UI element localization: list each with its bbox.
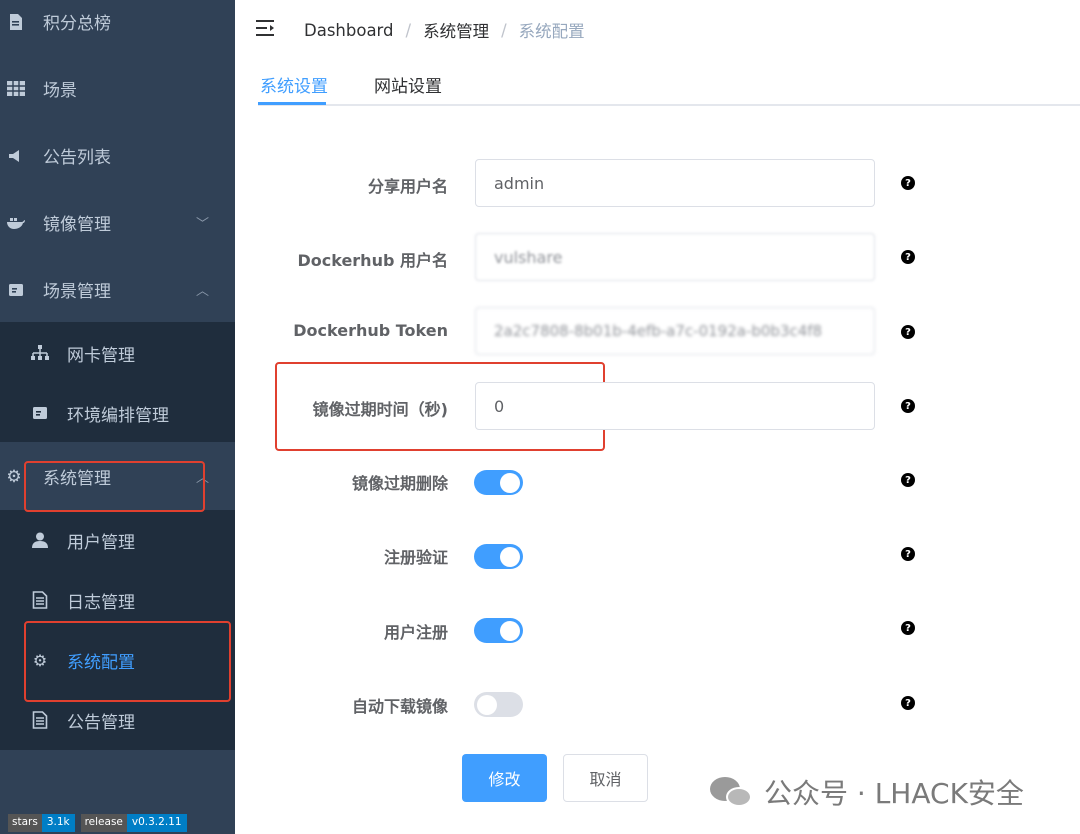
gear-icon: ⚙ xyxy=(32,650,48,670)
breadcrumb-separator: / xyxy=(501,20,507,40)
sidebar-item-label: 环境编排管理 xyxy=(67,405,169,426)
sidebar: 积分总榜 场景 公告列表 镜像管理 ﹀ 场景管理 ︿ 网卡管理 环境编排管理 ⚙… xyxy=(0,0,235,834)
megaphone-icon xyxy=(6,146,26,166)
network-icon xyxy=(30,343,50,363)
wechat-icon xyxy=(710,775,754,809)
card-icon xyxy=(6,280,26,300)
switch-knob xyxy=(477,694,497,715)
document-icon xyxy=(30,590,50,610)
auto-download-label: 自动下载镜像 xyxy=(351,697,448,716)
auto-download-switch[interactable] xyxy=(474,692,523,717)
table-icon xyxy=(6,79,26,99)
sidebar-item-label: 公告管理 xyxy=(67,712,135,733)
help-icon[interactable]: ? xyxy=(901,621,915,635)
help-icon[interactable]: ? xyxy=(901,473,915,487)
sidebar-item-label: 公告列表 xyxy=(43,148,111,168)
badge-key: release xyxy=(80,814,127,832)
register-verify-label: 注册验证 xyxy=(383,548,448,567)
sidebar-item-system-config[interactable]: ⚙ 系统配置 xyxy=(0,630,235,690)
docker-icon xyxy=(6,213,26,233)
sidebar-item-label: 场景 xyxy=(43,81,77,101)
sidebar-item-label: 系统配置 xyxy=(67,652,135,673)
dockerhub-token-label: Dockerhub Token xyxy=(293,321,448,340)
card-icon xyxy=(30,403,50,423)
help-icon[interactable]: ? xyxy=(901,176,915,190)
expire-delete-label: 镜像过期删除 xyxy=(351,474,448,493)
help-icon[interactable]: ? xyxy=(901,250,915,264)
dockerhub-user-input[interactable]: vulshare xyxy=(475,233,875,281)
breadcrumb: Dashboard / 系统管理 / 系统配置 xyxy=(304,18,585,42)
stars-badge[interactable]: stars 3.1k xyxy=(8,814,75,832)
breadcrumb-system-config: 系统配置 xyxy=(518,22,585,41)
document-icon xyxy=(6,12,26,32)
help-icon[interactable]: ? xyxy=(901,325,915,339)
badge-value: 3.1k xyxy=(41,814,75,832)
breadcrumb-system-management[interactable]: 系统管理 xyxy=(423,18,489,42)
sidebar-item-images[interactable]: 镜像管理 ﹀ xyxy=(0,189,235,256)
switch-knob xyxy=(500,546,520,567)
settings-tabs: 系统设置 网站设置 xyxy=(258,62,1080,106)
gear-icon: ⚙ xyxy=(6,466,22,487)
sidebar-item-label: 网卡管理 xyxy=(67,345,135,366)
watermark: 公众号 · LHACK安全 xyxy=(710,772,1024,812)
document-icon xyxy=(30,710,50,730)
tab-system-settings[interactable]: 系统设置 xyxy=(260,72,328,97)
help-icon[interactable]: ? xyxy=(901,547,915,561)
sidebar-item-users[interactable]: 用户管理 xyxy=(0,510,235,570)
sidebar-item-label: 积分总榜 xyxy=(43,14,111,34)
sidebar-item-label: 系统管理 xyxy=(43,469,111,489)
watermark-text: 公众号 · LHACK安全 xyxy=(764,777,1024,810)
submit-button[interactable]: 修改 xyxy=(462,754,547,802)
sidebar-item-orchestration[interactable]: 环境编排管理 xyxy=(0,383,235,443)
sidebar-item-announcements[interactable]: 公告列表 xyxy=(0,122,235,189)
cancel-button[interactable]: 取消 xyxy=(563,754,648,802)
sidebar-item-nic[interactable]: 网卡管理 xyxy=(0,323,235,383)
sidebar-item-label: 日志管理 xyxy=(67,592,135,613)
help-icon[interactable]: ? xyxy=(901,696,915,710)
breadcrumb-separator: / xyxy=(405,20,412,40)
release-badge[interactable]: release v0.3.2.11 xyxy=(80,814,187,832)
tab-active-indicator xyxy=(258,102,326,105)
user-icon xyxy=(30,530,50,550)
dockerhub-user-label: Dockerhub 用户名 xyxy=(297,251,448,270)
badge-key: stars xyxy=(8,814,42,832)
badge-value: v0.3.2.11 xyxy=(126,814,187,832)
sidebar-item-label: 镜像管理 xyxy=(43,215,111,235)
breadcrumb-dashboard[interactable]: Dashboard xyxy=(304,21,394,40)
sidebar-item-leaderboard[interactable]: 积分总榜 xyxy=(0,0,235,55)
expire-time-label: 镜像过期时间（秒) xyxy=(312,400,448,419)
sidebar-item-label: 用户管理 xyxy=(67,532,135,553)
sidebar-item-scenes[interactable]: 场景 xyxy=(0,55,235,122)
expire-delete-switch[interactable] xyxy=(474,470,523,495)
sidebar-item-logs[interactable]: 日志管理 xyxy=(0,570,235,630)
register-verify-switch[interactable] xyxy=(474,544,523,569)
switch-knob xyxy=(500,620,520,641)
user-register-label: 用户注册 xyxy=(383,623,448,642)
switch-knob xyxy=(500,472,520,493)
sidebar-item-label: 场景管理 xyxy=(43,282,111,302)
chevron-up-icon: ︿ xyxy=(196,284,210,299)
tab-website-settings[interactable]: 网站设置 xyxy=(374,72,442,97)
share-user-input[interactable]: admin xyxy=(475,159,875,207)
chevron-down-icon: ﹀ xyxy=(196,217,210,232)
help-icon[interactable]: ? xyxy=(901,399,915,413)
hamburger-icon[interactable] xyxy=(256,20,276,36)
dockerhub-token-input[interactable]: 2a2c7808-8b01b-4efb-a7c-0192a-b0b3c4f8 xyxy=(475,307,875,355)
sidebar-item-announcement-management[interactable]: 公告管理 xyxy=(0,690,235,750)
expire-time-input[interactable]: 0 xyxy=(475,382,875,430)
sidebar-item-system-management[interactable]: ⚙ 系统管理 ︿ xyxy=(0,443,235,510)
repo-badges: stars 3.1k release v0.3.2.11 xyxy=(8,814,187,832)
sidebar-item-scene-management[interactable]: 场景管理 ︿ xyxy=(0,256,235,323)
user-register-switch[interactable] xyxy=(474,618,523,643)
chevron-up-icon: ︿ xyxy=(196,471,210,486)
share-user-label: 分享用户名 xyxy=(367,177,448,196)
